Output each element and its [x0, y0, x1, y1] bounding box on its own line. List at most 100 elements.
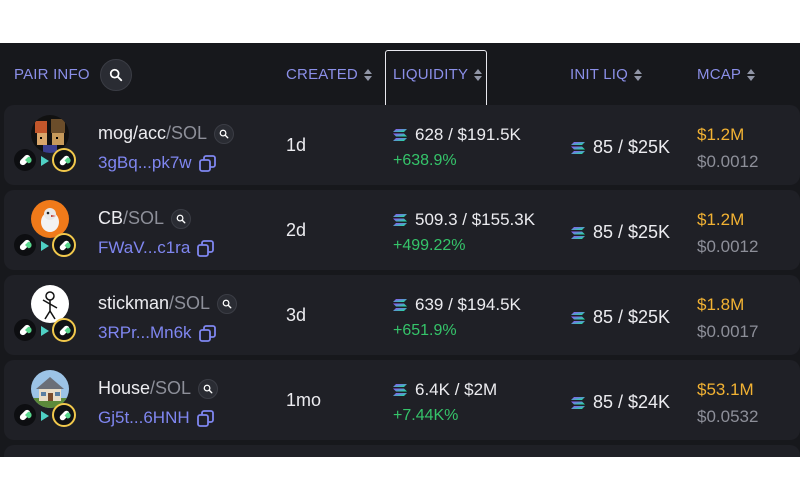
solana-icon: [393, 129, 407, 141]
token-price: $0.0012: [697, 237, 759, 256]
pairs-table: PAIR INFO CREATED LIQUIDITY INIT LIQ MCA…: [0, 43, 800, 457]
created-age: 2d: [286, 220, 307, 240]
quote-token: /SOL: [123, 208, 165, 228]
search-icon: [176, 214, 186, 224]
token-price: $0.0017: [697, 322, 759, 341]
token-address[interactable]: 3RPr...Mn6k: [98, 323, 216, 343]
pill-badge-icon: [14, 404, 36, 426]
quote-token: /SOL: [166, 123, 208, 143]
address-text: 3RPr...Mn6k: [98, 323, 192, 342]
solana-icon: [571, 142, 585, 154]
play-icon: [41, 411, 49, 421]
solana-icon: [393, 299, 407, 311]
init-liq-label: INIT LIQ: [570, 66, 629, 83]
token-avatar-group: [14, 200, 76, 262]
liquidity-value: 6.4K / $2M: [393, 380, 497, 400]
pair-name[interactable]: House/SOL: [98, 378, 219, 399]
play-icon: [41, 241, 49, 251]
play-icon: [41, 156, 49, 166]
token-address[interactable]: FWaV...c1ra: [98, 238, 214, 258]
quote-token: /SOL: [169, 293, 211, 313]
column-header-pair-info[interactable]: PAIR INFO: [14, 43, 132, 106]
search-button[interactable]: [214, 123, 235, 144]
column-header-mcap[interactable]: MCAP: [697, 43, 756, 106]
liquidity-change: +499.22%: [393, 237, 466, 254]
init-liq-text: 85 / $24K: [593, 392, 671, 412]
pair-name[interactable]: stickman/SOL: [98, 293, 238, 314]
liquidity-change: +651.9%: [393, 322, 457, 339]
table-row[interactable]: [4, 445, 800, 457]
init-liq-value: 85 / $25K: [571, 137, 670, 158]
base-token: CB: [98, 208, 124, 228]
market-cap: $1.2M: [697, 210, 745, 229]
market-cap: $1.8M: [697, 295, 745, 314]
liquidity-value: 628 / $191.5K: [393, 125, 521, 145]
liquidity-value: 509.3 / $155.3K: [393, 210, 535, 230]
search-icon: [203, 384, 213, 394]
token-address[interactable]: 3gBq...pk7w: [98, 153, 216, 173]
pair-info-label: PAIR INFO: [14, 66, 90, 83]
solana-icon: [393, 214, 407, 226]
copy-icon[interactable]: [199, 325, 216, 342]
token-address[interactable]: Gj5t...6HNH: [98, 408, 214, 428]
table-row[interactable]: stickman/SOL 3RPr...Mn6k 3d 639 / $194.5…: [4, 275, 800, 355]
address-text: 3gBq...pk7w: [98, 153, 192, 172]
solana-icon: [571, 397, 585, 409]
mcap-label: MCAP: [697, 66, 742, 83]
init-liq-value: 85 / $25K: [571, 222, 670, 243]
address-text: Gj5t...6HNH: [98, 408, 190, 427]
pair-name[interactable]: mog/acc/SOL: [98, 123, 235, 144]
pill-platform-icon: [52, 403, 76, 427]
pill-platform-icon: [52, 233, 76, 257]
created-age: 1d: [286, 135, 307, 155]
base-token: mog/acc: [98, 123, 167, 143]
sort-icon: [747, 68, 756, 82]
init-liq-value: 85 / $24K: [571, 392, 670, 413]
search-button[interactable]: [171, 208, 192, 229]
liquidity-change: +7.44K%: [393, 407, 459, 424]
market-cap: $1.2M: [697, 125, 745, 144]
liquidity-text: 6.4K / $2M: [415, 380, 498, 399]
token-price: $0.0012: [697, 152, 759, 171]
table-row[interactable]: House/SOL Gj5t...6HNH 1mo 6.4K / $2M +7.…: [4, 360, 800, 440]
search-button[interactable]: [99, 58, 132, 91]
init-liq-value: 85 / $25K: [571, 307, 670, 328]
address-text: FWaV...c1ra: [98, 238, 191, 257]
base-token: stickman: [98, 293, 170, 313]
pill-badge-icon: [14, 319, 36, 341]
copy-icon[interactable]: [197, 410, 214, 427]
created-age: 1mo: [286, 390, 322, 410]
liquidity-text: 509.3 / $155.3K: [415, 210, 536, 229]
table-row[interactable]: mog/acc/SOL 3gBq...pk7w 1d 628 / $191.5K…: [4, 105, 800, 185]
pill-platform-icon: [52, 148, 76, 172]
pair-name[interactable]: CB/SOL: [98, 208, 192, 229]
copy-icon[interactable]: [197, 240, 214, 257]
init-liq-text: 85 / $25K: [593, 222, 671, 242]
column-header-init-liq[interactable]: INIT LIQ: [570, 43, 643, 106]
search-icon: [222, 299, 232, 309]
token-avatar-group: [14, 370, 76, 432]
base-token: House: [98, 378, 151, 398]
market-cap: $53.1M: [697, 380, 754, 399]
sort-icon: [363, 68, 373, 82]
copy-icon[interactable]: [199, 155, 216, 172]
pill-badge-icon: [14, 234, 36, 256]
sort-icon: [634, 68, 643, 82]
solana-icon: [571, 227, 585, 239]
search-button[interactable]: [217, 293, 238, 314]
created-label: CREATED: [286, 66, 358, 83]
search-icon: [109, 68, 123, 82]
created-age: 3d: [286, 305, 307, 325]
column-header-created[interactable]: CREATED: [286, 43, 373, 106]
solana-icon: [571, 312, 585, 324]
solana-icon: [393, 384, 407, 396]
pill-badge-icon: [14, 149, 36, 171]
quote-token: /SOL: [150, 378, 192, 398]
search-button[interactable]: [198, 378, 219, 399]
table-row[interactable]: CB/SOL FWaV...c1ra 2d 509.3 / $155.3K +4…: [4, 190, 800, 270]
token-avatar-group: [14, 115, 76, 177]
liquidity-text: 628 / $191.5K: [415, 125, 521, 144]
liquidity-value: 639 / $194.5K: [393, 295, 521, 315]
play-icon: [41, 326, 49, 336]
token-avatar-group: [14, 285, 76, 347]
